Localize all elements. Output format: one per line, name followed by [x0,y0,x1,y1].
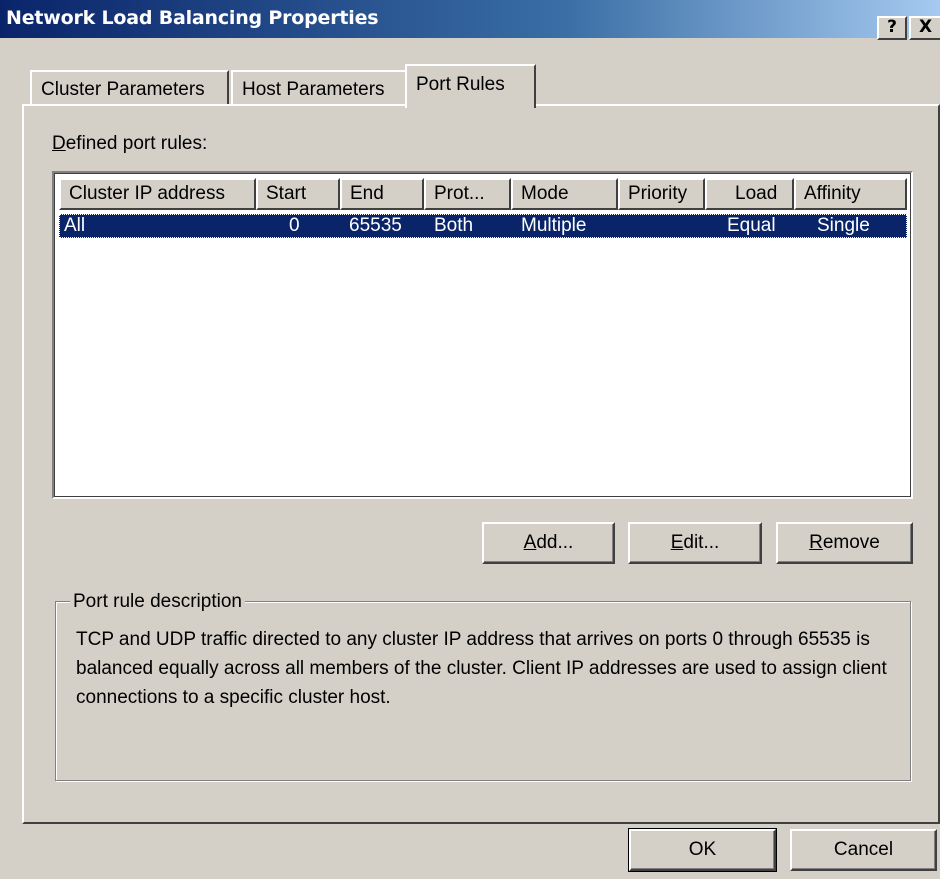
button-label: emove [822,532,880,553]
column-label: Start [266,183,307,204]
port-rule-description-text: TCP and UDP traffic directed to any clus… [76,629,887,708]
column-header-mode[interactable]: Mode [511,178,618,210]
window-title: Network Load Balancing Properties [6,7,379,29]
button-label: dd... [536,532,574,553]
column-label: End [350,183,384,204]
cell-mode: Multiple [521,215,587,236]
close-icon: X [918,17,933,37]
column-label: Mode [521,183,569,204]
column-label: Prot... [434,183,485,204]
help-icon: ? [887,17,897,37]
add-button[interactable]: Add... [482,522,615,564]
tab-host-parameters[interactable]: Host Parameters [231,70,407,106]
column-header-cluster-ip[interactable]: Cluster IP address [59,178,256,210]
cell-end: 65535 [349,215,402,236]
cell-affinity: Single [817,215,870,236]
ok-button[interactable]: OK [628,828,777,872]
column-header-load[interactable]: Load [705,178,794,210]
mnemonic: E [670,532,684,553]
tab-label: Cluster Parameters [41,79,205,100]
column-header-affinity[interactable]: Affinity [794,178,907,210]
close-button[interactable]: X [909,16,940,40]
table-row[interactable]: All 0 65535 Both Multiple Equal Single [59,214,907,238]
cancel-button[interactable]: Cancel [790,829,937,871]
cell-start: 0 [289,215,300,236]
column-header-priority[interactable]: Priority [618,178,705,210]
tab-port-rules[interactable]: Port Rules [405,64,536,108]
mnemonic: A [523,532,537,553]
column-label: Load [735,183,778,204]
column-label: Affinity [804,183,861,204]
tab-cluster-parameters[interactable]: Cluster Parameters [30,70,229,106]
cell-cluster-ip: All [64,215,86,236]
edit-button[interactable]: Edit... [628,522,762,564]
button-label: OK [688,839,717,860]
column-label: Priority [628,183,688,204]
mnemonic: D [52,133,66,154]
tab-label: Host Parameters [242,79,385,100]
port-rules-list[interactable]: Cluster IP address Start End Prot... Mod… [52,171,913,499]
button-label: Cancel [833,839,894,860]
button-label: dit... [683,532,720,553]
group-title: Port rule description [70,591,245,613]
help-button[interactable]: ? [877,16,907,40]
column-header-end[interactable]: End [340,178,424,210]
cell-protocol: Both [434,215,474,236]
title-bar: Network Load Balancing Properties [0,0,940,38]
mnemonic: R [809,532,823,553]
defined-port-rules-label: Defined port rules: [52,133,207,155]
label-text: efined port rules: [65,133,208,154]
remove-button[interactable]: Remove [776,522,913,564]
column-header-start[interactable]: Start [256,178,340,210]
column-label: Cluster IP address [69,183,225,204]
cell-load: Equal [727,215,776,236]
tab-label: Port Rules [416,74,505,95]
column-header-protocol[interactable]: Prot... [424,178,511,210]
